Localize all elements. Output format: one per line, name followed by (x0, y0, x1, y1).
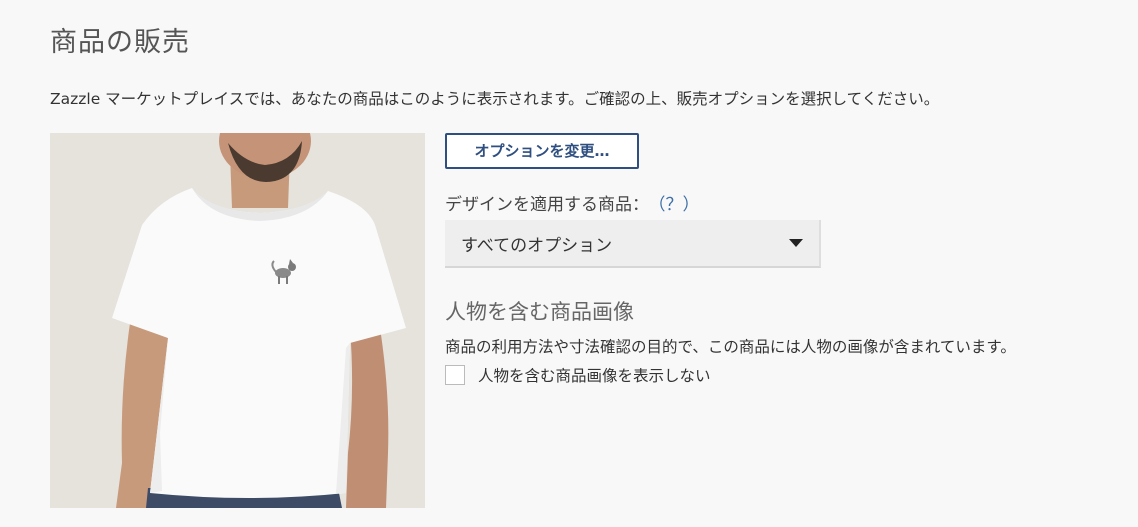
model-images-heading: 人物を含む商品画像 (445, 300, 634, 324)
help-link[interactable]: （？） (657, 195, 700, 215)
product-preview-image (50, 133, 425, 508)
intro-text: Zazzle マーケットプレイスでは、あなたの商品はこのように表示されます。ご確… (50, 90, 940, 108)
sell-product-page: 商品の販売 Zazzle マーケットプレイスでは、あなたの商品はこのように表示さ… (0, 0, 1138, 527)
apply-design-label: デザインを適用する商品： （？） (445, 190, 700, 215)
page-title: 商品の販売 (50, 27, 190, 58)
product-options-select[interactable]: すべてのオプション (445, 220, 821, 268)
model-images-description: 商品の利用方法や寸法確認の目的で、この商品には人物の画像が含まれています。 (445, 338, 1016, 356)
chevron-down-icon (789, 239, 803, 247)
hide-model-images-option[interactable]: 人物を含む商品画像を表示しない (445, 363, 711, 387)
hide-model-images-checkbox[interactable] (445, 365, 465, 385)
hide-model-images-label: 人物を含む商品画像を表示しない (478, 367, 711, 385)
change-options-button[interactable]: オプションを変更… (445, 133, 639, 169)
product-options-select-value: すべてのオプション (461, 236, 613, 256)
model-tshirt-illustration (50, 133, 425, 508)
apply-design-label-text: デザインを適用する商品： (445, 195, 649, 215)
